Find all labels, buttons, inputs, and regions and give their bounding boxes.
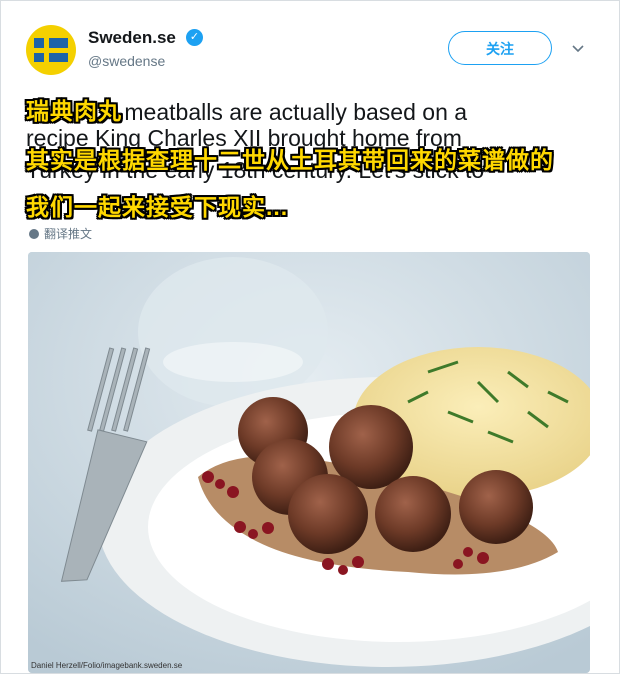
verified-badge-icon: ✓ — [186, 29, 203, 46]
caption-overlay-line: 其实是根据查理十二世从土耳其带回来的菜谱做的 — [26, 147, 554, 173]
follow-button[interactable]: 关注 — [448, 31, 552, 65]
translate-tweet-link[interactable]: 翻译推文 — [29, 225, 92, 242]
tweet-photo[interactable]: Daniel Herzell/Folio/imagebank.sweden.se — [28, 252, 590, 673]
sweden-flag-icon — [34, 38, 68, 62]
account-handle[interactable]: @swedense — [88, 53, 165, 69]
caption-overlay-line: 我们一起来接受下现实... — [26, 194, 289, 220]
caption-overlay-line: 瑞典肉丸 — [26, 98, 122, 124]
photo-credit: Daniel Herzell/Folio/imagebank.sweden.se — [31, 661, 183, 670]
meatballs-image — [28, 252, 590, 673]
tweet-card: Sweden.se ✓ @swedense 关注 瑞典肉丸 meatballs … — [0, 0, 620, 674]
translate-label: 翻译推文 — [44, 227, 93, 241]
avatar[interactable] — [26, 25, 76, 75]
account-name[interactable]: Sweden.se — [88, 28, 176, 48]
globe-icon — [29, 229, 39, 239]
chevron-down-icon[interactable] — [571, 41, 585, 55]
